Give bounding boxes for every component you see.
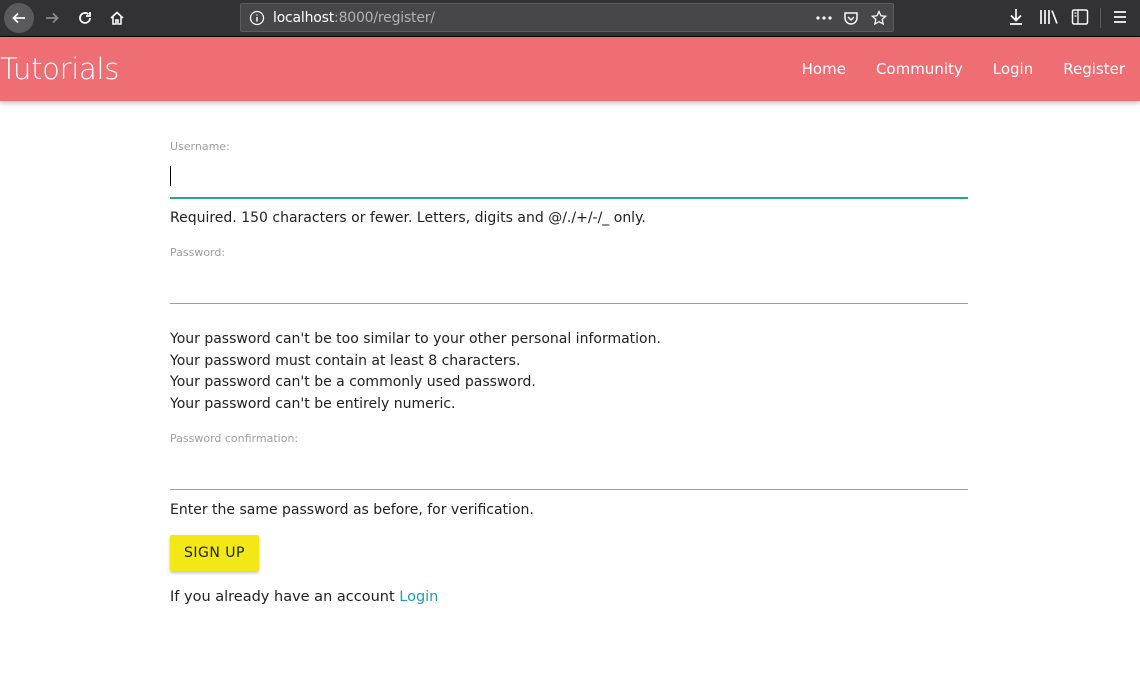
bookmark-star-icon[interactable] <box>871 10 887 26</box>
library-button[interactable] <box>1038 4 1060 35</box>
nav-link-register[interactable]: Register <box>1048 60 1140 78</box>
menu-button[interactable] <box>1110 4 1130 35</box>
nav-link-home[interactable]: Home <box>787 60 861 78</box>
password-confirmation-help-text: Enter the same password as before, for v… <box>170 502 534 518</box>
password-help-item: Your password can't be too similar to yo… <box>170 331 661 347</box>
home-button[interactable] <box>102 4 132 32</box>
forward-button[interactable] <box>37 4 67 32</box>
login-link[interactable]: Login <box>399 589 438 605</box>
brand-logo[interactable]: Tutorials <box>0 52 119 86</box>
nav-links: Home Community Login Register <box>787 37 1140 101</box>
library-icon <box>1040 10 1058 24</box>
pocket-icon[interactable] <box>843 10 859 26</box>
username-input[interactable] <box>170 159 968 199</box>
forward-arrow-icon <box>46 12 59 24</box>
browser-toolbar: localhost:8000/register/ <box>0 0 1140 37</box>
sign-up-button[interactable]: SIGN UP <box>170 535 259 571</box>
hamburger-menu-icon <box>1114 11 1126 23</box>
more-actions-icon[interactable] <box>815 10 833 26</box>
back-button[interactable] <box>4 3 34 33</box>
sidebar-button[interactable] <box>1070 4 1090 35</box>
password-help-item: Your password must contain at least 8 ch… <box>170 352 521 369</box>
password-help-item: Your password can't be entirely numeric. <box>170 395 456 412</box>
url-text[interactable]: localhost:8000/register/ <box>273 10 435 26</box>
password-input[interactable] <box>170 264 968 304</box>
reload-icon <box>79 12 91 24</box>
download-icon <box>1010 9 1022 25</box>
info-icon[interactable] <box>249 10 265 26</box>
url-bar[interactable]: localhost:8000/register/ <box>240 3 894 32</box>
downloads-button[interactable] <box>1006 4 1026 35</box>
reload-button[interactable] <box>70 4 100 32</box>
home-icon <box>110 11 124 25</box>
sidebar-icon <box>1071 9 1089 25</box>
text-caret <box>170 166 171 186</box>
password-help-item: Your password can't be a commonly used p… <box>170 374 536 390</box>
nav-link-community[interactable]: Community <box>861 60 978 78</box>
nav-link-login[interactable]: Login <box>978 60 1048 78</box>
username-label: Username: <box>170 140 230 153</box>
app-navbar: Tutorials Home Community Login Register <box>0 37 1140 101</box>
back-arrow-icon <box>4 3 34 33</box>
toolbar-divider <box>1100 8 1101 28</box>
password-label: Password: <box>170 246 226 259</box>
login-prompt-text: If you already have an account <box>170 589 395 605</box>
username-help-text: Required. 150 characters or fewer. Lette… <box>170 210 646 226</box>
login-prompt: If you already have an account Login <box>170 589 438 605</box>
password-confirmation-label: Password confirmation: <box>170 432 299 445</box>
password-confirmation-input[interactable] <box>170 450 968 490</box>
password-help-list: Your password can't be too similar to yo… <box>170 329 661 415</box>
